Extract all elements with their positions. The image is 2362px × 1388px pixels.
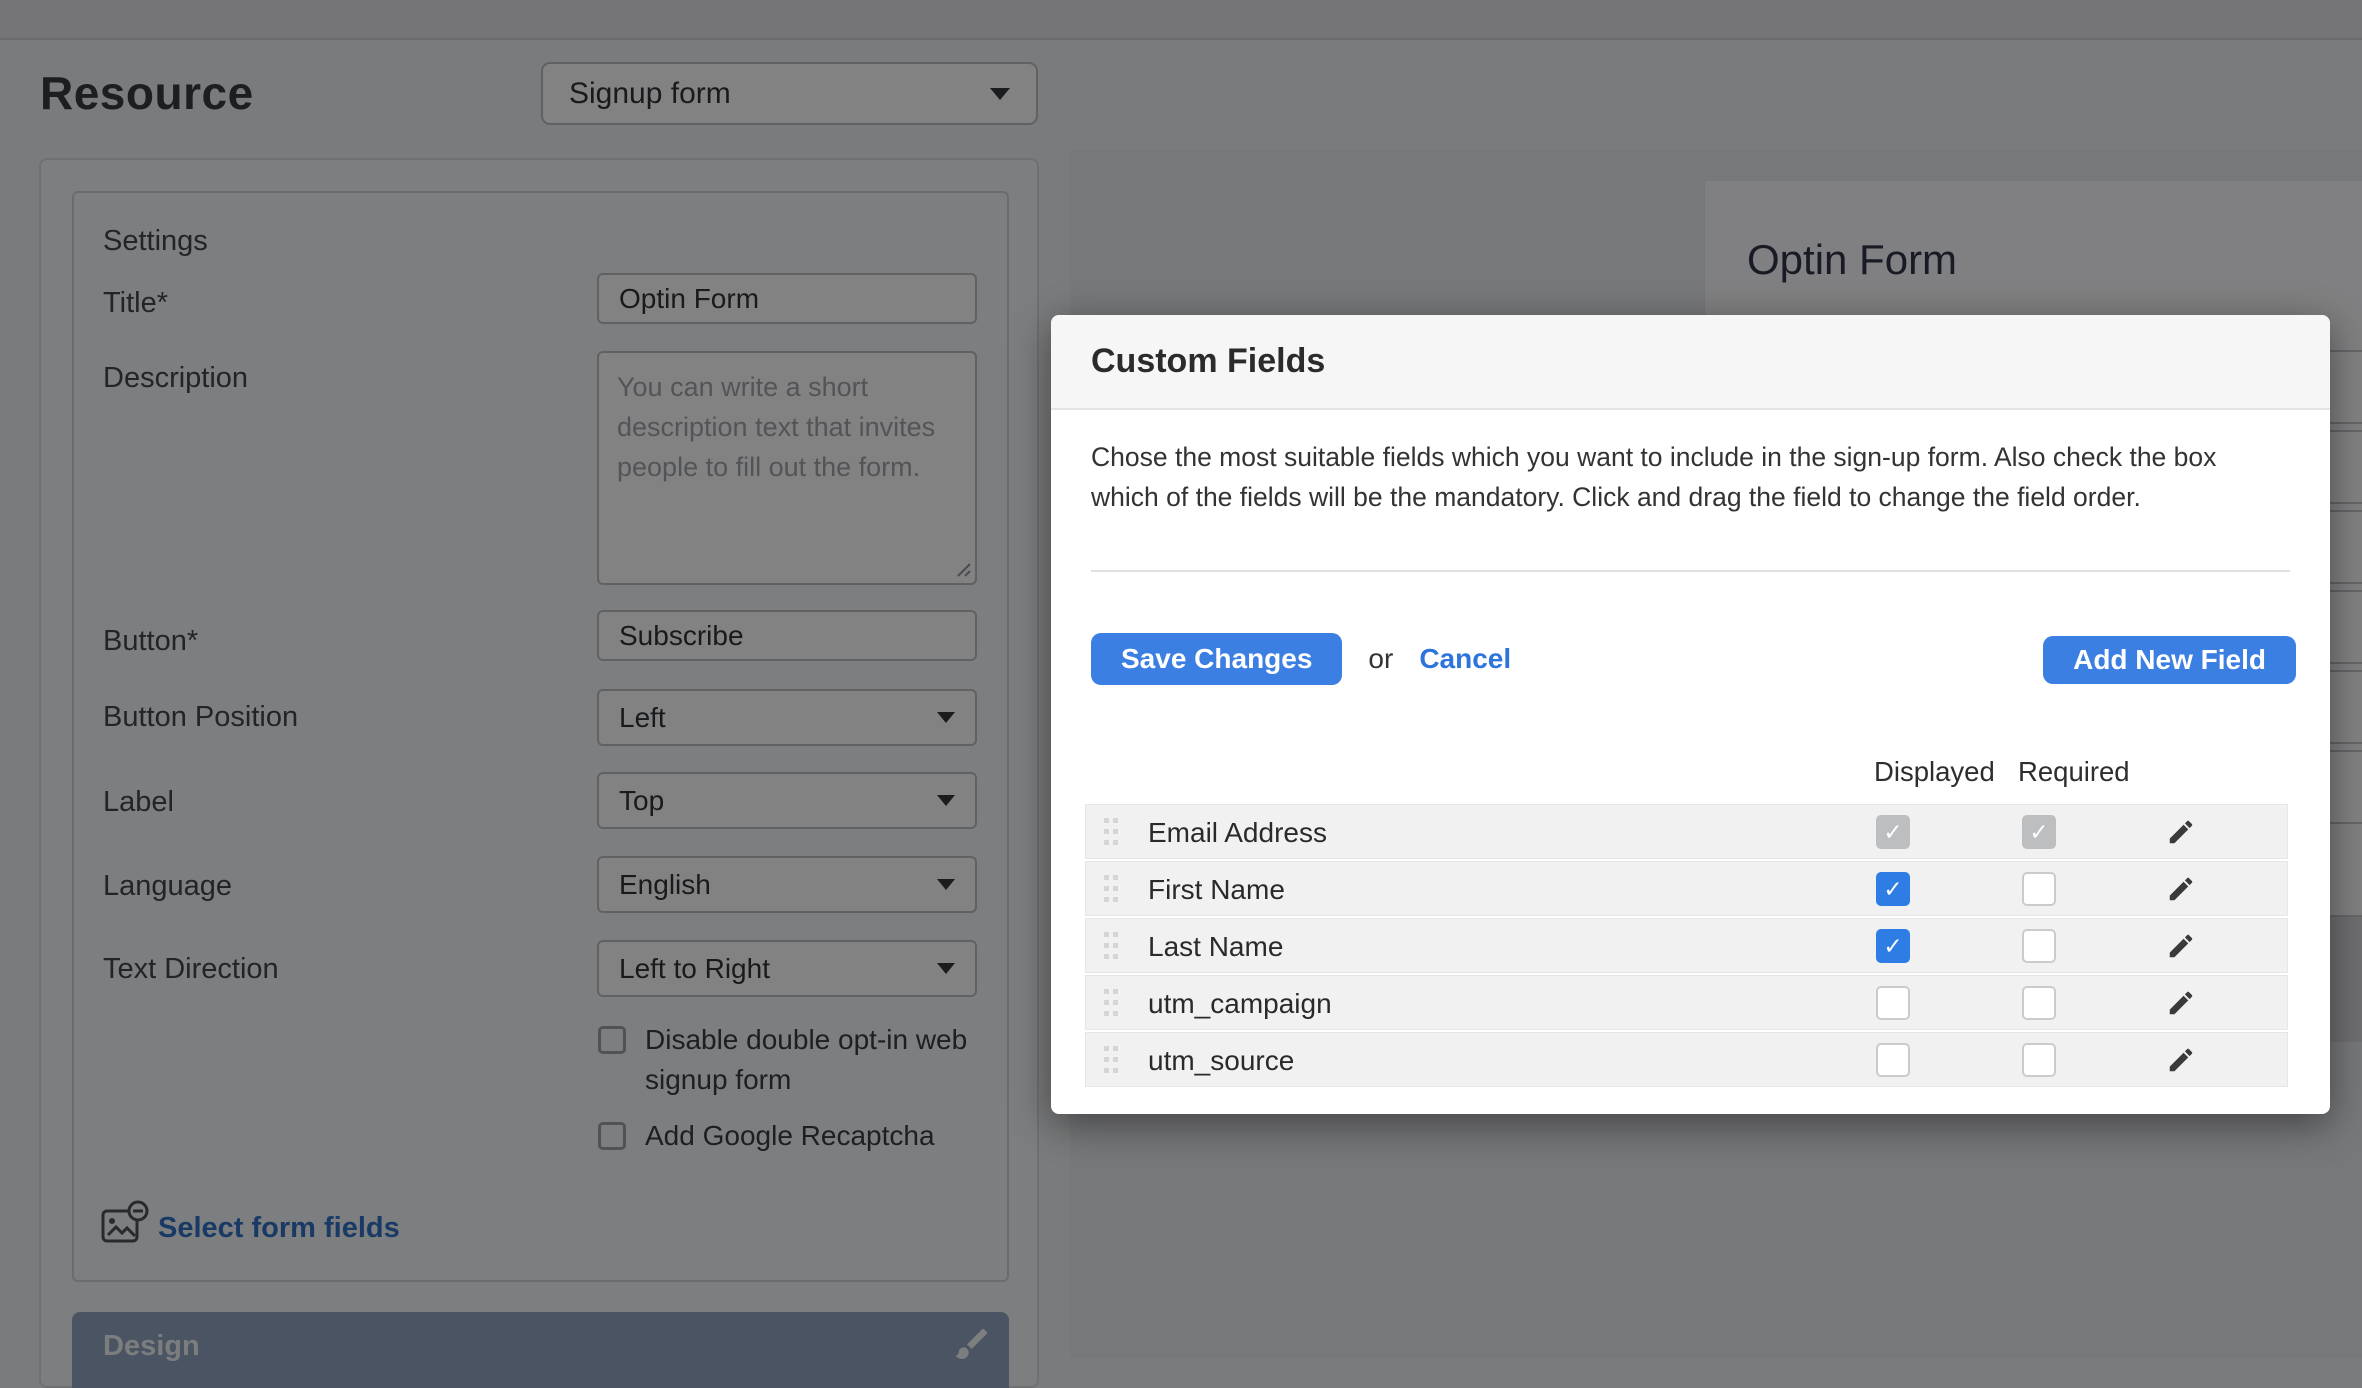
custom-fields-table: Email Address ✓ ✓ First Name ✓ ✓ Last Na… bbox=[1085, 804, 2288, 1089]
field-row-first-name[interactable]: First Name ✓ ✓ bbox=[1085, 861, 2288, 916]
or-text: or bbox=[1368, 643, 1393, 675]
modal-header: Custom Fields bbox=[1051, 315, 2330, 410]
screen: Resource Signup form Settings Title* Des… bbox=[0, 0, 2362, 1388]
field-label: Last Name bbox=[1148, 931, 1283, 963]
modal-description: Chose the most suitable fields which you… bbox=[1091, 437, 2291, 517]
drag-handle-icon[interactable] bbox=[1104, 875, 1118, 908]
drag-handle-icon[interactable] bbox=[1104, 989, 1118, 1022]
displayed-checkbox[interactable]: ✓ bbox=[1876, 929, 1910, 963]
check-icon: ✓ bbox=[1883, 878, 1902, 901]
field-row-utm-campaign[interactable]: utm_campaign ✓ ✓ bbox=[1085, 975, 2288, 1030]
modal-actions: Save Changes or Cancel bbox=[1091, 633, 1511, 685]
cancel-link[interactable]: Cancel bbox=[1419, 643, 1511, 675]
required-checkbox: ✓ bbox=[2022, 815, 2056, 849]
custom-fields-modal: Custom Fields Chose the most suitable fi… bbox=[1051, 315, 2330, 1114]
field-row-email-address[interactable]: Email Address ✓ ✓ bbox=[1085, 804, 2288, 859]
field-label: utm_source bbox=[1148, 1045, 1294, 1077]
edit-pencil-icon[interactable] bbox=[2166, 817, 2196, 847]
edit-pencil-icon[interactable] bbox=[2166, 931, 2196, 961]
displayed-checkbox[interactable]: ✓ bbox=[1876, 986, 1910, 1020]
field-label: First Name bbox=[1148, 874, 1285, 906]
required-checkbox[interactable]: ✓ bbox=[2022, 929, 2056, 963]
field-row-last-name[interactable]: Last Name ✓ ✓ bbox=[1085, 918, 2288, 973]
required-column-header: Required bbox=[2018, 756, 2130, 788]
displayed-column-header: Displayed bbox=[1874, 756, 1995, 788]
drag-handle-icon[interactable] bbox=[1104, 1046, 1118, 1079]
save-changes-button[interactable]: Save Changes bbox=[1091, 633, 1342, 685]
add-new-field-button[interactable]: Add New Field bbox=[2043, 636, 2296, 684]
field-label: utm_campaign bbox=[1148, 988, 1332, 1020]
edit-pencil-icon[interactable] bbox=[2166, 874, 2196, 904]
check-icon: ✓ bbox=[2029, 821, 2048, 844]
required-checkbox[interactable]: ✓ bbox=[2022, 872, 2056, 906]
drag-handle-icon[interactable] bbox=[1104, 932, 1118, 965]
displayed-checkbox[interactable]: ✓ bbox=[1876, 872, 1910, 906]
drag-handle-icon[interactable] bbox=[1104, 818, 1118, 851]
field-label: Email Address bbox=[1148, 817, 1327, 849]
divider bbox=[1091, 570, 2290, 572]
required-checkbox[interactable]: ✓ bbox=[2022, 986, 2056, 1020]
required-checkbox[interactable]: ✓ bbox=[2022, 1043, 2056, 1077]
check-icon: ✓ bbox=[1883, 821, 1902, 844]
check-icon: ✓ bbox=[1883, 935, 1902, 958]
field-row-utm-source[interactable]: utm_source ✓ ✓ bbox=[1085, 1032, 2288, 1087]
edit-pencil-icon[interactable] bbox=[2166, 1045, 2196, 1075]
displayed-checkbox[interactable]: ✓ bbox=[1876, 1043, 1910, 1077]
edit-pencil-icon[interactable] bbox=[2166, 988, 2196, 1018]
modal-title: Custom Fields bbox=[1091, 342, 1325, 381]
displayed-checkbox: ✓ bbox=[1876, 815, 1910, 849]
